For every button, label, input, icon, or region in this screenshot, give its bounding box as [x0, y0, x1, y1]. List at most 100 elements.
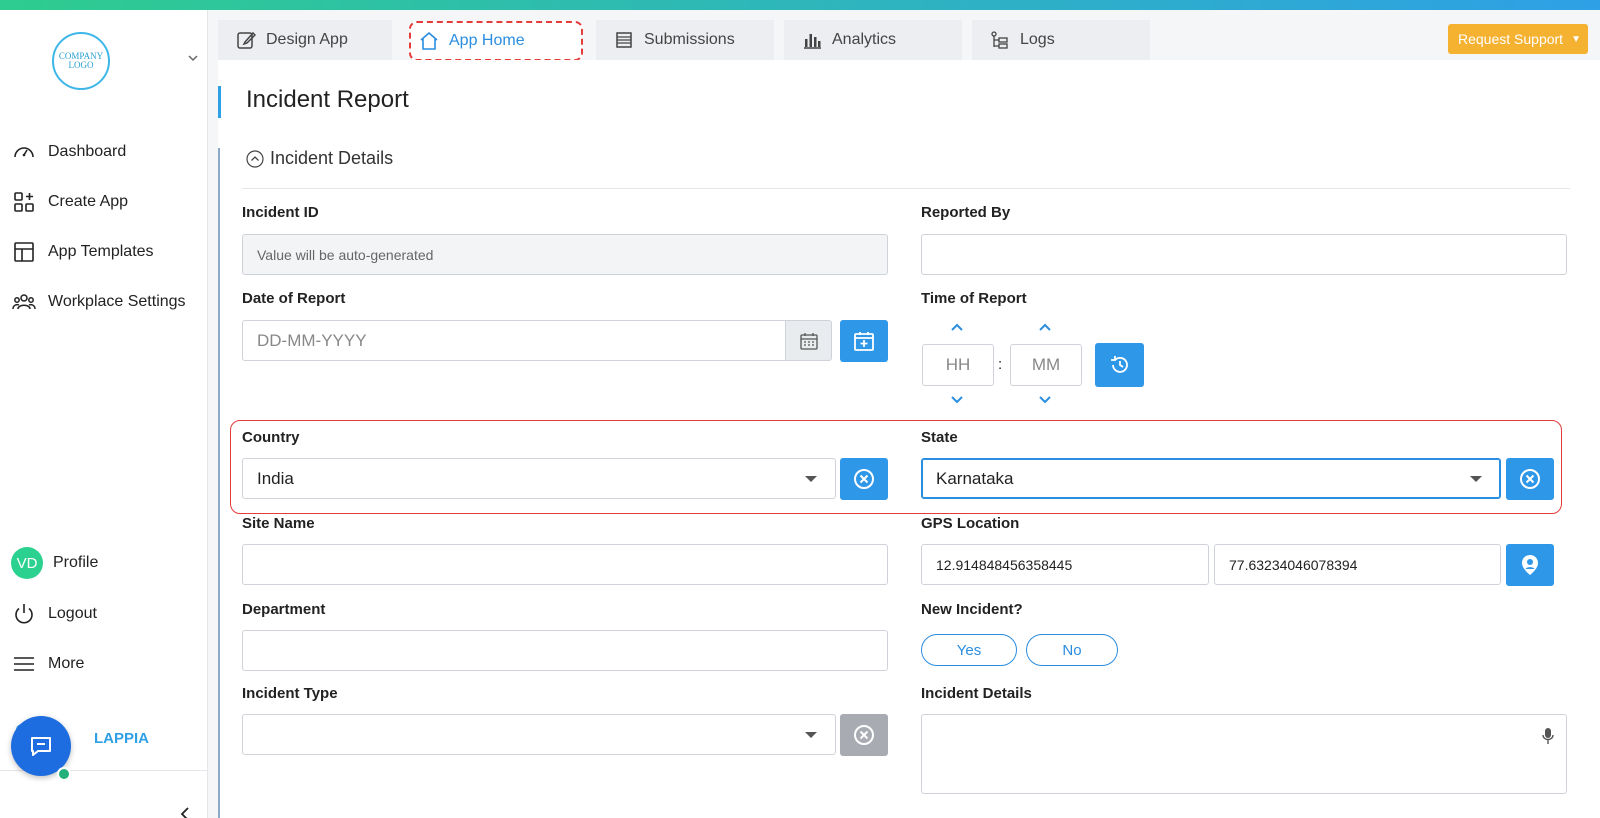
sidebar-item-label: App Templates: [48, 243, 154, 260]
page-title: Incident Report: [246, 86, 409, 113]
brand-label: LAPPIA: [94, 729, 150, 747]
clear-state-button[interactable]: [1506, 458, 1554, 500]
request-support-label: Request Support: [1458, 31, 1564, 47]
sidebar-item-dashboard[interactable]: Dashboard: [12, 138, 126, 166]
home-icon: [420, 32, 438, 50]
gps-longitude-value: 77.63234046078394: [1229, 556, 1358, 573]
section-title: Incident Details: [270, 148, 394, 168]
close-circle-icon: [854, 469, 874, 489]
gps-location-label: GPS Location: [921, 515, 1020, 532]
section-divider: [242, 188, 1570, 189]
tab-label: Submissions: [644, 31, 735, 48]
gps-longitude-field[interactable]: 77.63234046078394: [1214, 544, 1501, 585]
locate-button[interactable]: [1506, 544, 1554, 586]
hour-up-icon[interactable]: [950, 322, 964, 332]
sidebar-item-workplace-settings[interactable]: Workplace Settings: [12, 288, 186, 316]
current-time-button[interactable]: [1095, 343, 1144, 387]
microphone-icon[interactable]: [1542, 727, 1554, 745]
tab-label: Logs: [1020, 31, 1055, 48]
incident-type-select[interactable]: [242, 714, 836, 755]
site-name-label: Site Name: [242, 515, 315, 532]
chevron-left-icon[interactable]: [178, 806, 192, 818]
hour-placeholder: HH: [945, 355, 971, 374]
tab-design-app[interactable]: Design App: [218, 20, 392, 60]
section-toggle[interactable]: Incident Details: [246, 148, 393, 169]
hour-down-icon[interactable]: [950, 395, 964, 405]
new-incident-no[interactable]: No: [1026, 634, 1118, 666]
no-label: No: [1062, 641, 1082, 659]
date-placeholder: DD-MM-YYYY: [257, 330, 367, 350]
tab-app-home[interactable]: App Home: [409, 21, 583, 61]
new-incident-yes[interactable]: Yes: [921, 634, 1017, 666]
caret-down-icon: [1470, 476, 1482, 482]
country-label: Country: [242, 429, 300, 446]
gauge-icon: [14, 147, 34, 158]
caret-down-icon: [805, 476, 817, 482]
calendar-plus-icon: [854, 332, 874, 351]
calendar-icon: [799, 332, 818, 350]
sidebar-item-logout[interactable]: Logout: [12, 600, 97, 628]
calendar-addon[interactable]: [786, 320, 832, 361]
reported-by-label: Reported By: [921, 204, 1011, 221]
bar-chart-icon: [804, 34, 821, 49]
reported-by-field[interactable]: [921, 234, 1567, 275]
sidebar-item-label: Workplace Settings: [48, 293, 186, 310]
tab-logs[interactable]: Logs: [972, 20, 1150, 60]
gps-latitude-value: 12.914848456358445: [936, 556, 1073, 573]
country-select[interactable]: India: [242, 458, 836, 499]
tab-label: App Home: [449, 32, 525, 49]
minute-placeholder: MM: [1031, 355, 1061, 374]
time-of-report-label: Time of Report: [921, 290, 1027, 307]
caret-down-icon: [805, 732, 817, 738]
sidebar-item-profile[interactable]: VD Profile: [11, 546, 98, 580]
date-field[interactable]: DD-MM-YYYY: [242, 320, 786, 361]
tab-label: Design App: [266, 31, 348, 48]
sidebar-item-more[interactable]: More: [12, 650, 84, 678]
hour-input[interactable]: HH: [922, 344, 994, 386]
section-rule-left: [218, 148, 220, 818]
state-select[interactable]: Karnataka: [921, 458, 1501, 499]
sidebar-item-app-templates[interactable]: App Templates: [12, 238, 154, 266]
power-icon: [15, 604, 33, 624]
list-icon: [616, 32, 632, 48]
sidebar-item-label: Create App: [48, 193, 129, 210]
template-icon: [14, 242, 34, 262]
minute-input[interactable]: MM: [1010, 344, 1082, 386]
tab-submissions[interactable]: Submissions: [596, 20, 774, 60]
incident-details-textarea[interactable]: [921, 714, 1567, 794]
tab-analytics[interactable]: Analytics: [784, 20, 962, 60]
title-accent: [218, 86, 221, 118]
incident-id-label: Incident ID: [242, 204, 319, 221]
location-pin-icon: [1522, 555, 1538, 575]
incident-details-label: Incident Details: [921, 685, 1032, 702]
sidebar-item-label: Profile: [53, 554, 99, 571]
sidebar-item-label: Logout: [48, 605, 97, 622]
department-field[interactable]: [242, 630, 888, 671]
grid-plus-icon: [14, 192, 34, 212]
close-circle-icon: [854, 725, 874, 745]
clear-country-button[interactable]: [840, 458, 888, 500]
close-circle-icon: [1520, 469, 1540, 489]
chevron-down-icon[interactable]: [187, 52, 199, 64]
department-label: Department: [242, 601, 326, 618]
chevron-up-circle-icon: [246, 149, 264, 168]
tab-label: Analytics: [832, 31, 897, 48]
add-date-button[interactable]: [840, 320, 888, 362]
sidebar-item-create-app[interactable]: Create App: [12, 188, 128, 216]
gps-latitude-field[interactable]: 12.914848456358445: [921, 544, 1209, 585]
site-name-field[interactable]: [242, 544, 888, 585]
state-value: Karnataka: [936, 468, 1014, 488]
avatar: VD: [11, 547, 43, 579]
chat-icon: [31, 737, 51, 756]
online-status-dot: [57, 767, 71, 781]
clock-history-icon: [1110, 356, 1128, 373]
company-logo[interactable]: COMPANY LOGO: [52, 32, 110, 90]
logs-icon: [991, 31, 1008, 49]
minute-up-icon[interactable]: [1038, 322, 1052, 332]
hamburger-icon: [14, 657, 34, 671]
incident-id-value: Value will be auto-generated: [257, 246, 434, 263]
sidebar-item-label: More: [48, 655, 85, 672]
clear-incident-type-button[interactable]: [840, 714, 888, 756]
request-support-button[interactable]: Request Support ▼: [1448, 24, 1588, 54]
minute-down-icon[interactable]: [1038, 395, 1052, 405]
